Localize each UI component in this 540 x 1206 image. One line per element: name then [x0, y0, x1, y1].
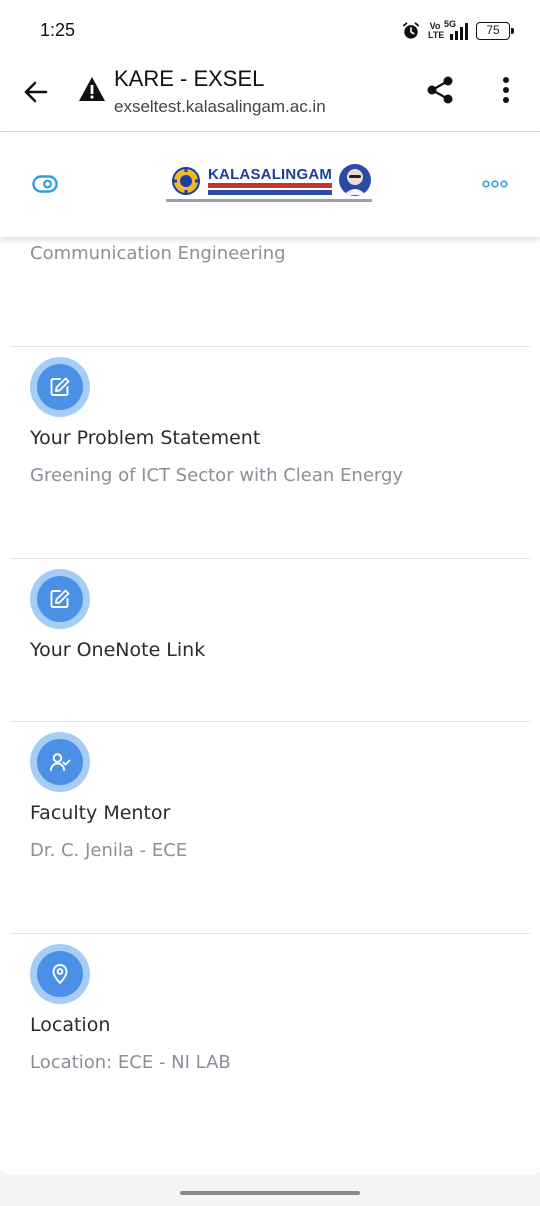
section-problem-statement: Your Problem Statement Greening of ICT S… [10, 347, 530, 559]
volte-indicator: Vo LTE [428, 21, 445, 40]
status-time: 1:25 [40, 20, 76, 40]
warning-icon[interactable] [78, 76, 106, 102]
back-arrow-icon[interactable] [20, 76, 52, 108]
logo-text: KALASALINGAM [208, 166, 333, 183]
user-check-icon [50, 753, 71, 771]
department-value: Communication Engineering [30, 243, 286, 264]
signal-icon: 5G [444, 19, 468, 40]
location-pin-icon [52, 964, 68, 984]
edit-icon [50, 589, 70, 608]
page-url[interactable]: exseltest.kalasalingam.ac.in [114, 97, 326, 117]
edit-badge[interactable] [30, 357, 90, 417]
more-vert-icon[interactable] [494, 74, 518, 106]
faculty-mentor-label: Faculty Mentor [30, 802, 171, 824]
problem-statement-value: Greening of ICT Sector with Clean Energy [30, 465, 404, 486]
section-department: Communication Engineering [10, 237, 530, 347]
home-indicator[interactable] [180, 1191, 360, 1195]
browser-header: KARE - EXSEL exseltest.kalasalingam.ac.i… [0, 56, 540, 132]
status-bar: 1:25 Vo LTE 5G 75 [0, 0, 540, 56]
toggle-icon[interactable] [32, 175, 58, 193]
location-label: Location [30, 1014, 111, 1036]
share-icon[interactable] [424, 74, 456, 106]
logo-banner [208, 183, 332, 188]
profile-details: Communication Engineering Your Problem S… [0, 237, 540, 1175]
section-onenote-link: Your OneNote Link [10, 559, 530, 722]
alarm-icon [402, 22, 420, 39]
location-badge[interactable] [30, 944, 90, 1004]
location-value: Location: ECE - NI LAB [30, 1052, 231, 1073]
onenote-link-label: Your OneNote Link [30, 639, 206, 661]
edit-badge[interactable] [30, 569, 90, 629]
problem-statement-label: Your Problem Statement [30, 427, 261, 449]
edit-icon [50, 377, 70, 396]
gear-emblem-icon [172, 167, 200, 195]
kalasalingam-logo[interactable]: KALASALINGAM [166, 163, 376, 207]
founder-portrait-icon [339, 164, 371, 196]
faculty-mentor-value: Dr. C. Jenila - ECE [30, 840, 188, 861]
section-location: Location Location: ECE - NI LAB [10, 934, 530, 1174]
page-title: KARE - EXSEL [114, 66, 265, 91]
status-icons: Vo LTE 5G 75 [402, 19, 514, 42]
section-faculty-mentor: Faculty Mentor Dr. C. Jenila - ECE [10, 722, 530, 934]
app-header: KALASALINGAM [0, 133, 540, 237]
battery-icon: 75 [476, 22, 514, 40]
more-horiz-icon[interactable] [482, 179, 508, 189]
logo-address-line [166, 199, 372, 202]
user-badge[interactable] [30, 732, 90, 792]
network-type: 5G [444, 19, 457, 29]
logo-banner-secondary [208, 190, 332, 195]
gesture-bar [0, 1175, 540, 1206]
